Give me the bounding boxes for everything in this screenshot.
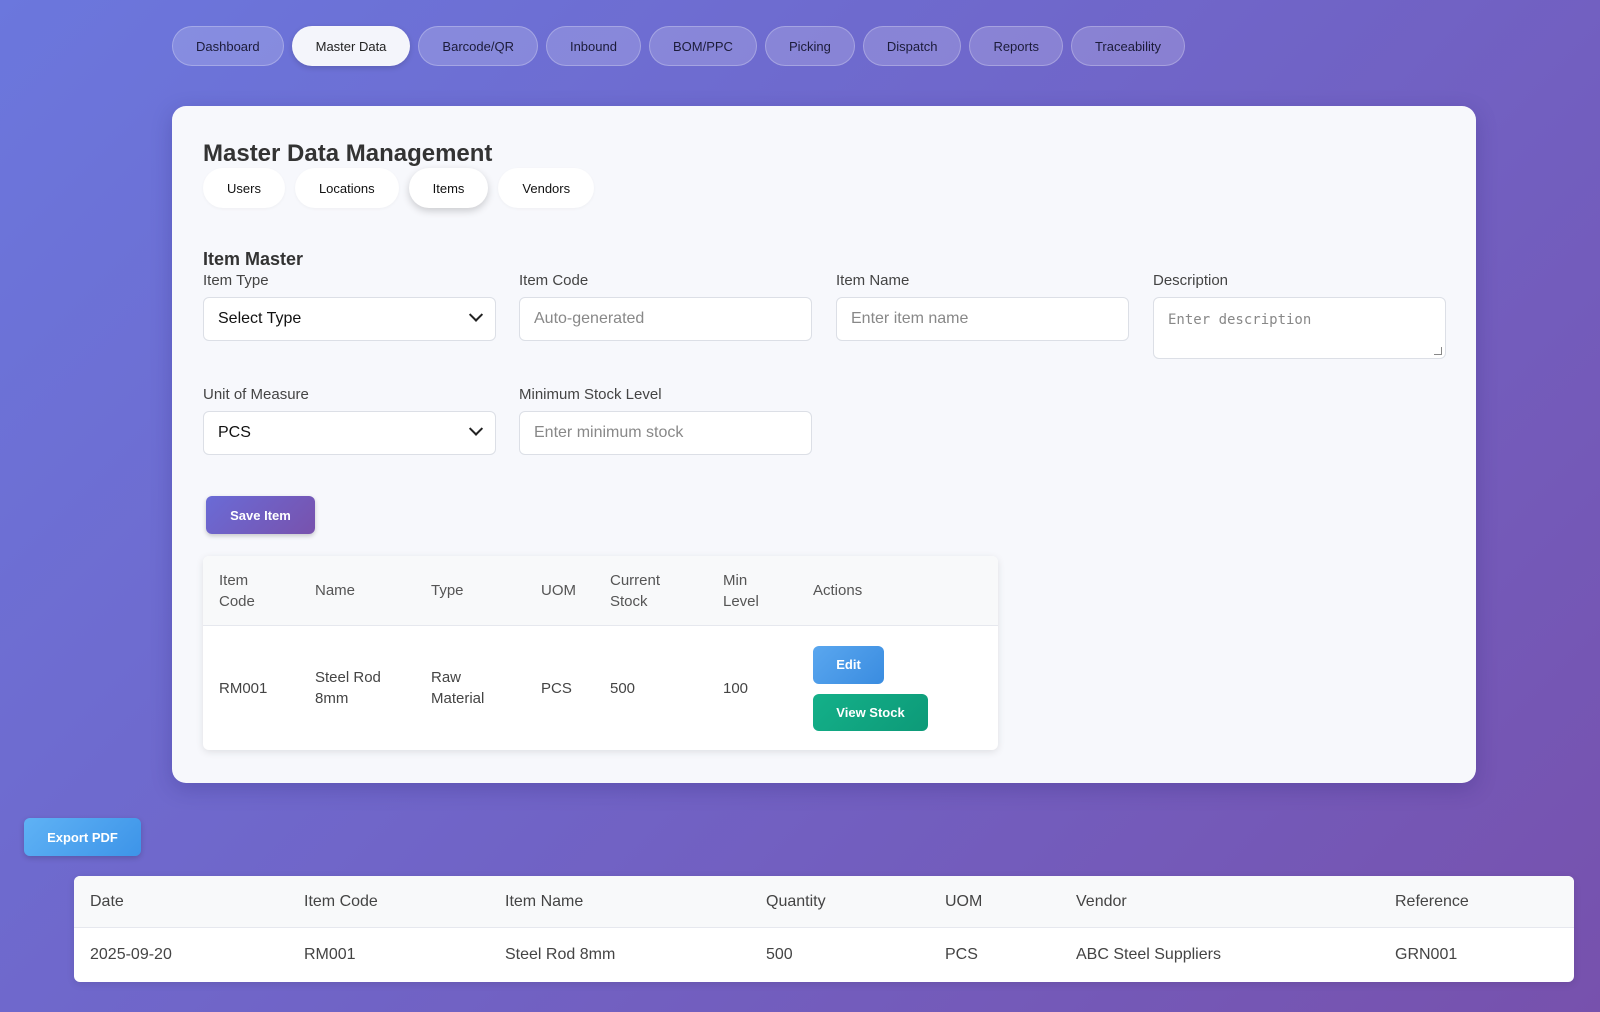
cell-uom: PCS: [945, 946, 978, 963]
cell-name: Steel Rod 8mm: [315, 669, 381, 707]
section-title: Item Master: [203, 249, 304, 269]
header-uom: UOM: [541, 582, 576, 599]
header-item-code: Item Code: [304, 892, 378, 910]
item-type-group: Item Type Select Type: [203, 272, 496, 341]
cell-date: 2025-09-20: [90, 946, 172, 963]
edit-button[interactable]: Edit: [813, 645, 884, 684]
nav-inbound[interactable]: Inbound: [545, 26, 641, 66]
nav-dispatch[interactable]: Dispatch: [862, 26, 962, 66]
save-item-button[interactable]: Save Item: [206, 496, 315, 534]
header-quantity: Quantity: [766, 892, 826, 910]
table-row: 2025-09-20 RM001 Steel Rod 8mm 500 PCS A…: [74, 928, 1574, 982]
report-table-header: Date Item Code Item Name Quantity UOM Ve…: [74, 876, 1574, 928]
nav-traceability[interactable]: Traceability: [1070, 26, 1185, 66]
top-navigation: Dashboard Master Data Barcode/QR Inbound…: [172, 26, 1185, 66]
uom-label: Unit of Measure: [203, 386, 309, 403]
cell-item-name: Steel Rod 8mm: [505, 946, 616, 963]
resize-grip-icon[interactable]: [1434, 347, 1442, 355]
table-row: RM001 Steel Rod 8mm Raw Material PCS 500…: [203, 626, 998, 750]
page-title: Master Data Management: [203, 140, 493, 167]
item-code-group: Item Code Auto-generated: [519, 272, 812, 341]
uom-value: PCS: [218, 424, 251, 441]
header-reference: Reference: [1395, 892, 1469, 910]
min-stock-input[interactable]: Enter minimum stock: [519, 411, 812, 455]
item-name-label: Item Name: [836, 272, 910, 289]
min-stock-label: Minimum Stock Level: [519, 386, 662, 403]
cell-quantity: 500: [766, 946, 793, 963]
item-code-label: Item Code: [519, 272, 589, 289]
header-item-code: Item Code: [219, 571, 255, 610]
table-header: Item Code Name Type UOM Current Stock Mi…: [203, 556, 998, 626]
nav-picking[interactable]: Picking: [764, 26, 855, 66]
min-stock-group: Minimum Stock Level Enter minimum stock: [519, 386, 812, 455]
tab-users[interactable]: Users: [203, 168, 285, 208]
tab-locations[interactable]: Locations: [294, 168, 399, 208]
chevron-down-icon: [468, 421, 484, 436]
header-current-stock: Current Stock: [610, 571, 661, 610]
uom-group: Unit of Measure PCS: [203, 386, 496, 455]
header-min-level: Min Level: [723, 571, 759, 610]
header-actions: Actions: [813, 582, 863, 599]
header-vendor: Vendor: [1076, 892, 1127, 910]
tab-vendors[interactable]: Vendors: [498, 168, 595, 208]
nav-dashboard[interactable]: Dashboard: [172, 26, 284, 66]
item-name-group: Item Name Enter item name: [836, 272, 1129, 341]
description-textarea[interactable]: Enter description: [1153, 297, 1446, 359]
view-stock-button[interactable]: View Stock: [813, 693, 928, 731]
cell-min-level: 100: [723, 679, 749, 697]
item-type-value: Select Type: [218, 310, 302, 327]
tab-items[interactable]: Items: [408, 168, 489, 208]
cell-item-code: RM001: [304, 946, 356, 963]
cell-vendor: ABC Steel Suppliers: [1076, 946, 1221, 963]
chevron-down-icon: [468, 307, 484, 322]
cell-actions: Edit View Stock: [797, 645, 998, 731]
report-table: Date Item Code Item Name Quantity UOM Ve…: [74, 876, 1574, 982]
item-code-input[interactable]: Auto-generated: [519, 297, 812, 341]
master-data-tabs: Users Locations Items Vendors: [203, 168, 595, 208]
header-type: Type: [431, 582, 464, 599]
item-type-label: Item Type: [203, 272, 269, 289]
nav-reports[interactable]: Reports: [969, 26, 1063, 66]
item-type-select[interactable]: Select Type: [203, 297, 496, 341]
nav-bom-ppc[interactable]: BOM/PPC: [648, 26, 757, 66]
description-placeholder: Enter description: [1168, 312, 1312, 328]
description-label: Description: [1153, 272, 1229, 289]
cell-item-code: RM001: [219, 679, 268, 697]
cell-current-stock: 500: [610, 679, 636, 697]
items-table: Item Code Name Type UOM Current Stock Mi…: [203, 556, 998, 750]
cell-reference: GRN001: [1395, 946, 1458, 963]
header-item-name: Item Name: [505, 892, 584, 910]
master-data-card: Master Data Management Users Locations I…: [172, 106, 1476, 783]
item-name-input[interactable]: Enter item name: [836, 297, 1129, 341]
nav-master-data[interactable]: Master Data: [291, 26, 411, 66]
uom-select[interactable]: PCS: [203, 411, 496, 455]
cell-type: Raw Material: [431, 669, 485, 707]
cell-uom: PCS: [541, 679, 572, 697]
header-uom: UOM: [945, 892, 983, 910]
header-date: Date: [90, 892, 124, 910]
export-pdf-button[interactable]: Export PDF: [24, 818, 141, 856]
description-group: Description Enter description: [1153, 272, 1446, 359]
header-name: Name: [315, 582, 356, 599]
nav-barcode-qr[interactable]: Barcode/QR: [418, 26, 538, 66]
